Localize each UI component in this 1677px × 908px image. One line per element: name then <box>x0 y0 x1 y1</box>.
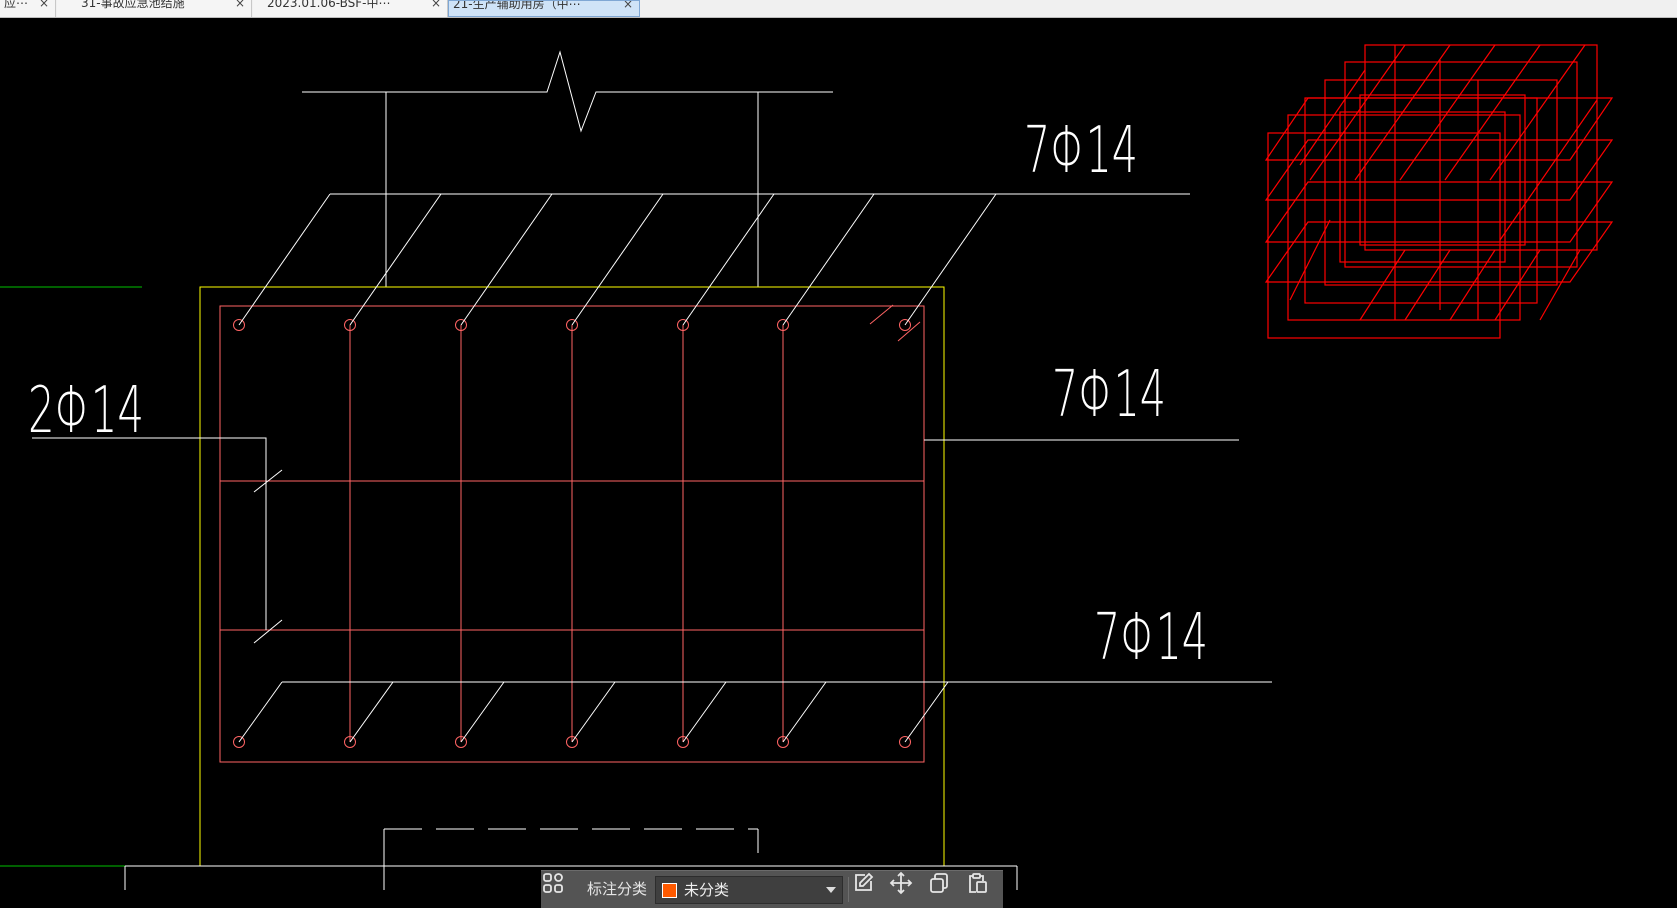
annotation-bottom: 7Φ14 <box>1094 601 1208 675</box>
tab-4[interactable]: 21-生产辅助用房（中⋯ × <box>448 0 640 17</box>
drawing-canvas[interactable]: 7Φ14 7Φ14 7Φ14 2Φ14 标注分类 未分类 <box>0 17 1677 908</box>
category-value: 未分类 <box>684 881 730 899</box>
drawing-svg: 7Φ14 7Φ14 7Φ14 2Φ14 <box>0 44 1614 890</box>
tab-1[interactable]: 应⋯ × <box>0 0 56 17</box>
category-color-swatch <box>662 883 677 898</box>
side-leader <box>32 437 267 630</box>
tab-3[interactable]: 2023.01.06-BSF-中⋯ × <box>253 0 448 17</box>
close-icon[interactable]: × <box>623 1 633 10</box>
tab-2[interactable]: 31-事故应急池结施 × <box>57 0 252 17</box>
annotation-top: 7Φ14 <box>1024 114 1138 188</box>
tab-label: 21-生产辅助用房（中⋯ <box>453 0 581 11</box>
chevron-down-icon <box>826 887 836 893</box>
vertical-ties <box>349 325 784 742</box>
bottom-leaders <box>238 681 1272 743</box>
close-icon[interactable]: × <box>235 0 245 9</box>
annotation-toolbar: 标注分类 未分类 <box>541 870 1003 908</box>
document-tab-bar: 应⋯ × 31-事故应急池结施 × 2023.01.06-BSF-中⋯ × 21… <box>0 0 1677 18</box>
hook-marks <box>869 304 921 342</box>
break-line <box>302 50 833 133</box>
tab-label: 应⋯ <box>4 0 29 10</box>
top-leaders <box>238 193 1190 326</box>
annotation-middle: 7Φ14 <box>1052 358 1166 432</box>
tick-mark <box>253 619 283 644</box>
close-icon[interactable]: × <box>39 0 49 9</box>
rebar-cage-3d <box>1264 44 1614 339</box>
tab-label: 31-事故应急池结施 <box>81 0 185 10</box>
category-select[interactable]: 未分类 <box>655 876 843 904</box>
close-icon[interactable]: × <box>431 0 441 9</box>
tab-label: 2023.01.06-BSF-中⋯ <box>267 0 391 10</box>
annotation-side: 2Φ14 <box>28 374 144 448</box>
